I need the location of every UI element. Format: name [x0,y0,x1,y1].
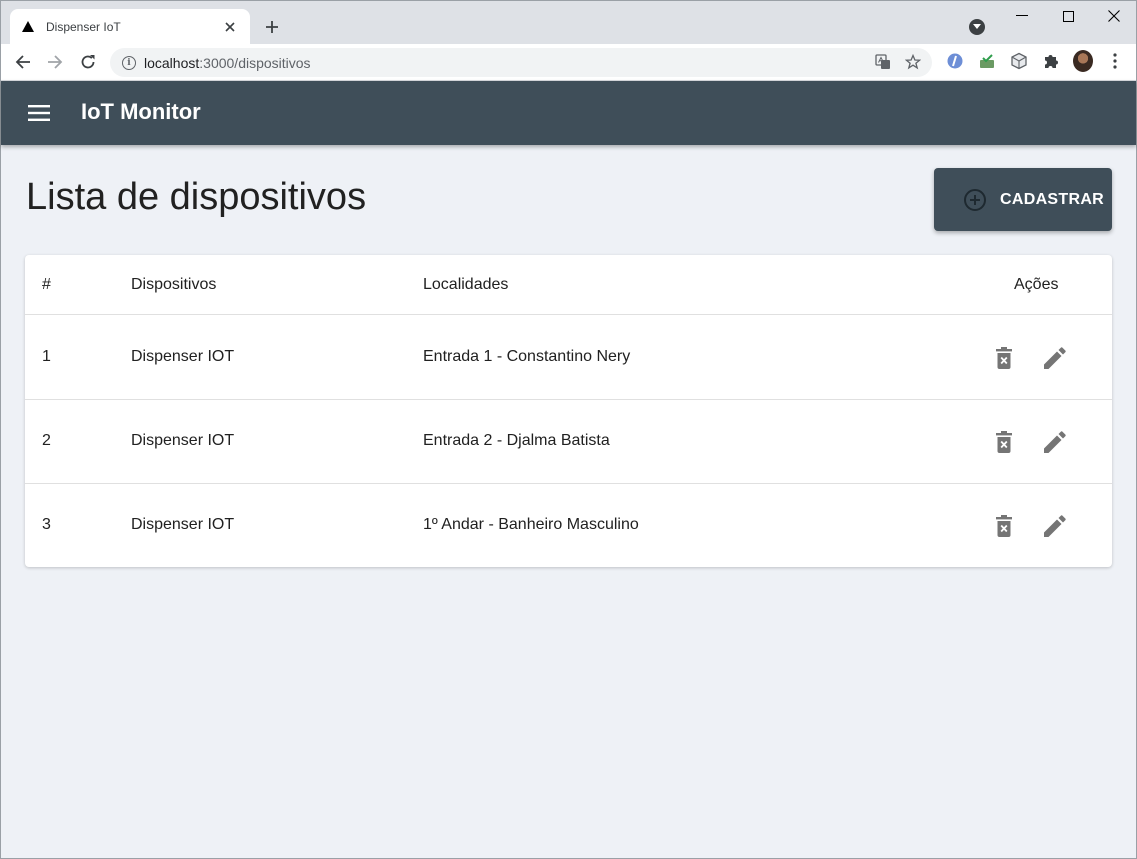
back-arrow-icon[interactable] [11,50,35,74]
add-device-button[interactable]: CADASTRAR [934,168,1112,231]
menu-icon[interactable] [25,99,53,127]
extensions-area [945,50,1125,72]
header-locations: Localidades [423,276,509,293]
devices-table: # Dispositivos Localidades Ações 1 Dispe… [25,255,1112,567]
pencil-icon[interactable] [1040,427,1070,457]
header-devices: Dispositivos [131,276,217,293]
header-actions: Ações [1014,276,1059,293]
add-circle-outline-icon [964,188,986,211]
row-number: 2 [42,432,51,449]
row-number: 3 [42,516,51,533]
browser-toolbar: i localhost:3000/dispositivos [1,44,1136,81]
table-row: 3 Dispenser IOT 1º Andar - Banheiro Masc… [25,484,1112,568]
pencil-icon[interactable] [1040,511,1070,541]
new-tab-icon[interactable] [261,16,283,38]
delete-forever-icon[interactable] [989,427,1019,457]
row-device: Dispenser IOT [131,432,235,449]
app-bar: IoT Monitor [1,81,1136,145]
minimize-icon[interactable] [1011,5,1033,27]
browser-tab[interactable]: Dispenser IoT [10,9,250,44]
reload-icon[interactable] [76,50,100,74]
bookmark-star-icon[interactable] [904,53,922,71]
row-location: Entrada 2 - Djalma Batista [423,432,610,449]
header-number: # [42,276,51,293]
maximize-icon[interactable] [1057,5,1079,27]
site-info-icon[interactable]: i [122,55,136,70]
profile-avatar[interactable] [1073,50,1093,72]
add-device-label: CADASTRAR [1000,190,1105,208]
pencil-icon[interactable] [1040,343,1070,373]
close-tab-icon[interactable] [222,19,238,35]
row-location: Entrada 1 - Constantino Nery [423,348,631,365]
table-header: # Dispositivos Localidades Ações [25,255,1112,315]
row-number: 1 [42,348,51,365]
cube-extension-icon[interactable] [1009,51,1029,71]
delete-forever-icon[interactable] [989,511,1019,541]
forward-arrow-icon[interactable] [43,50,67,74]
puzzle-extensions-icon[interactable] [1041,51,1061,71]
url-path: :3000/dispositivos [199,54,311,71]
browser-tabstrip: Dispenser IoT [1,1,1136,44]
blue-extension-icon[interactable] [945,51,965,71]
table-row: 2 Dispenser IOT Entrada 2 - Djalma Batis… [25,400,1112,484]
tab-search-icon[interactable] [969,19,985,35]
row-device: Dispenser IOT [131,516,235,533]
delete-forever-icon[interactable] [989,343,1019,373]
more-vertical-icon[interactable] [1105,51,1125,71]
row-location: 1º Andar - Banheiro Masculino [423,516,639,533]
tab-title: Dispenser IoT [46,19,121,34]
close-window-icon[interactable] [1103,5,1125,27]
url-host: localhost [144,54,200,71]
green-check-extension-icon[interactable] [977,51,997,71]
address-bar[interactable]: i localhost:3000/dispositivos [110,48,932,77]
page-title: Lista de dispositivos [26,176,367,218]
table-row: 1 Dispenser IOT Entrada 1 - Constantino … [25,316,1112,400]
app-title: IoT Monitor [81,99,201,124]
row-device: Dispenser IOT [131,348,235,365]
translate-icon[interactable] [874,53,892,71]
triangle-favicon-icon [22,21,34,33]
